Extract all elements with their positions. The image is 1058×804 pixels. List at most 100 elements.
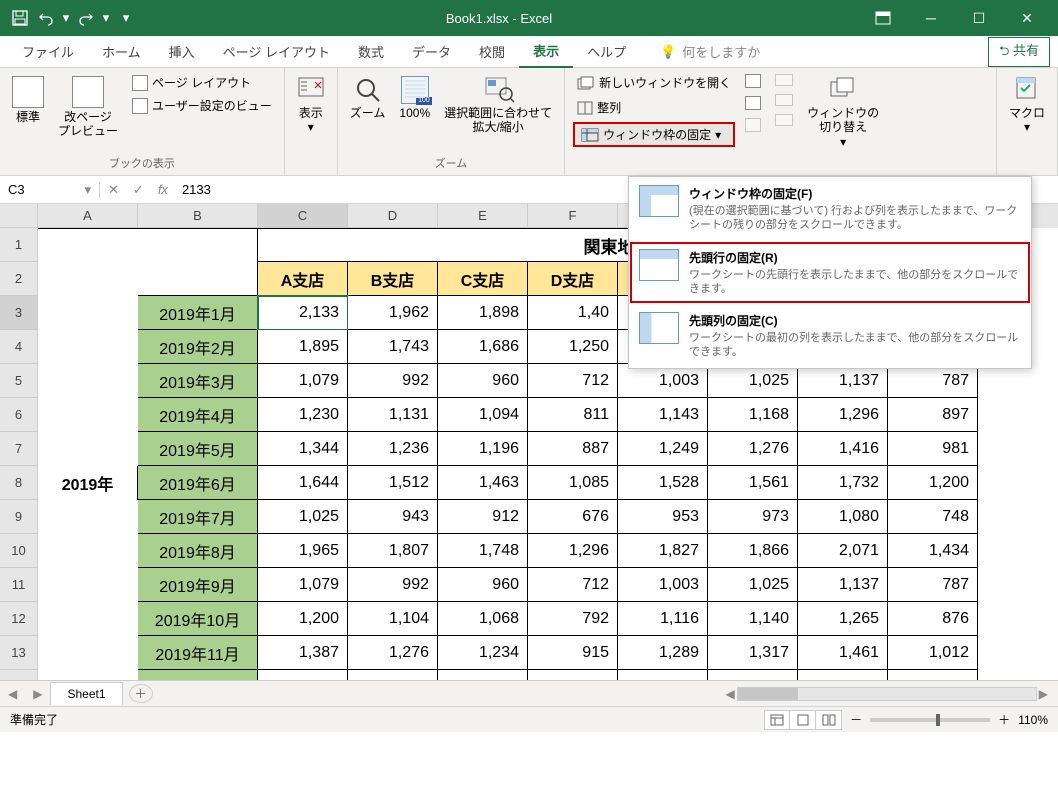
tab-pagelayout[interactable]: ページ レイアウト [209,36,344,67]
scroll-thumb[interactable] [738,688,798,700]
data-cell-r10-c4[interactable]: 1,827 [618,534,708,568]
cell-A7[interactable] [38,432,138,466]
data-cell-r12-c1[interactable]: 1,104 [348,602,438,636]
row-header-1[interactable]: 1 [0,228,38,262]
data-cell-r14-c1[interactable]: 1,849 [348,670,438,680]
data-cell-r9-c3[interactable]: 676 [528,500,618,534]
cell-A13[interactable] [38,636,138,670]
data-cell-r10-c2[interactable]: 1,748 [438,534,528,568]
freeze-first-col-option[interactable]: 先頭列の固定(C)ワークシートの最初の列を表示したままで、他の部分をスクロールで… [629,304,1031,368]
enter-icon[interactable]: ✓ [133,182,144,198]
pagebreak-view-button[interactable]: 改ページ プレビュー [54,72,122,143]
row-header-8[interactable]: 8 [0,466,38,500]
data-cell-r14-c2[interactable]: 1,788 [438,670,528,680]
data-cell-r8-c0[interactable]: 1,644 [258,466,348,500]
data-cell-r3-c3[interactable]: 1,40 [528,296,618,330]
data-cell-r14-c6[interactable]: 2,118 [798,670,888,680]
qat-customize-icon[interactable]: ▾ [114,6,138,30]
data-cell-r8-c3[interactable]: 1,085 [528,466,618,500]
pagebreak-view-icon[interactable] [816,710,842,730]
data-cell-r14-c7[interactable]: 1,467 [888,670,978,680]
tab-insert[interactable]: 挿入 [155,36,209,67]
month-label-0[interactable]: 2019年1月 [138,296,258,330]
freeze-panes-option[interactable]: ウィンドウ枠の固定(F)(現在の選択範囲に基づいて) 行および列を表示したままで… [629,177,1031,241]
month-label-6[interactable]: 2019年7月 [138,500,258,534]
data-cell-r7-c3[interactable]: 887 [528,432,618,466]
month-label-9[interactable]: 2019年10月 [138,602,258,636]
data-cell-r12-c2[interactable]: 1,068 [438,602,528,636]
data-cell-r11-c4[interactable]: 1,003 [618,568,708,602]
cell-A4[interactable] [38,330,138,364]
row-header-13[interactable]: 13 [0,636,38,670]
sheet-nav-prev[interactable]: ◀ [0,687,25,701]
data-cell-r5-c3[interactable]: 712 [528,364,618,398]
row-header-7[interactable]: 7 [0,432,38,466]
data-cell-r11-c5[interactable]: 1,025 [708,568,798,602]
cell-A12[interactable] [38,602,138,636]
month-label-10[interactable]: 2019年11月 [138,636,258,670]
normal-view-button[interactable]: 標準 [8,72,48,128]
data-cell-r10-c3[interactable]: 1,296 [528,534,618,568]
data-cell-r6-c7[interactable]: 897 [888,398,978,432]
month-label-1[interactable]: 2019年2月 [138,330,258,364]
hide-button[interactable] [741,94,765,112]
minimize-button[interactable]: ─ [908,0,954,36]
data-cell-r9-c7[interactable]: 748 [888,500,978,534]
data-cell-r6-c1[interactable]: 1,131 [348,398,438,432]
close-button[interactable]: ✕ [1004,0,1050,36]
scroll-left-icon[interactable]: ◀ [726,687,735,701]
cell-A6[interactable] [38,398,138,432]
tab-file[interactable]: ファイル [8,36,88,67]
data-cell-r11-c0[interactable]: 1,079 [258,568,348,602]
data-cell-r12-c7[interactable]: 876 [888,602,978,636]
data-cell-r6-c2[interactable]: 1,094 [438,398,528,432]
pagelayout-view-icon[interactable] [790,710,816,730]
fx-icon[interactable]: fx [158,182,168,197]
row-header-4[interactable]: 4 [0,330,38,364]
data-cell-r11-c2[interactable]: 960 [438,568,528,602]
data-cell-r14-c5[interactable]: 1,909 [708,670,798,680]
pagelayout-view-button[interactable]: ページ レイアウト [128,72,276,93]
data-cell-r10-c1[interactable]: 1,807 [348,534,438,568]
unhide-button[interactable] [741,116,765,134]
sheet-tab[interactable]: Sheet1 [50,682,122,705]
data-cell-r5-c1[interactable]: 992 [348,364,438,398]
col-header-E[interactable]: E [438,204,528,228]
cell-A1[interactable] [38,228,138,262]
row-header-9[interactable]: 9 [0,500,38,534]
data-cell-r6-c4[interactable]: 1,143 [618,398,708,432]
data-cell-r5-c6[interactable]: 1,137 [798,364,888,398]
data-cell-r6-c3[interactable]: 811 [528,398,618,432]
sheet-nav-next[interactable]: ▶ [25,687,50,701]
data-cell-r12-c0[interactable]: 1,200 [258,602,348,636]
normal-view-icon[interactable] [764,710,790,730]
col-header-B[interactable]: B [138,204,258,228]
cell-B1[interactable] [138,228,258,262]
add-sheet-button[interactable]: ＋ [129,684,153,703]
data-cell-r4-c1[interactable]: 1,743 [348,330,438,364]
data-cell-r8-c6[interactable]: 1,732 [798,466,888,500]
freeze-panes-dropdown[interactable]: ウィンドウ枠の固定 ▾ [573,122,735,147]
data-cell-r13-c1[interactable]: 1,276 [348,636,438,670]
data-cell-r11-c6[interactable]: 1,137 [798,568,888,602]
cell-A10[interactable] [38,534,138,568]
data-cell-r8-c7[interactable]: 1,200 [888,466,978,500]
data-cell-r7-c1[interactable]: 1,236 [348,432,438,466]
tab-review[interactable]: 校閲 [465,36,519,67]
row-header-3[interactable]: 3 [0,296,38,330]
data-cell-r12-c3[interactable]: 792 [528,602,618,636]
data-cell-r3-c0[interactable]: 2,133 [258,296,348,330]
data-cell-r14-c4[interactable]: 1,869 [618,670,708,680]
maximize-button[interactable]: ☐ [956,0,1002,36]
data-cell-r6-c5[interactable]: 1,168 [708,398,798,432]
col-header-A[interactable]: A [38,204,138,228]
data-cell-r12-c4[interactable]: 1,116 [618,602,708,636]
month-label-11[interactable]: 2019年12月 [138,670,258,680]
data-cell-r6-c0[interactable]: 1,230 [258,398,348,432]
tab-home[interactable]: ホーム [88,36,155,67]
zoom-level[interactable]: 110% [1018,713,1048,727]
row-header-12[interactable]: 12 [0,602,38,636]
month-label-2[interactable]: 2019年3月 [138,364,258,398]
month-label-7[interactable]: 2019年8月 [138,534,258,568]
zoom-in-button[interactable]: ＋ [998,711,1010,728]
